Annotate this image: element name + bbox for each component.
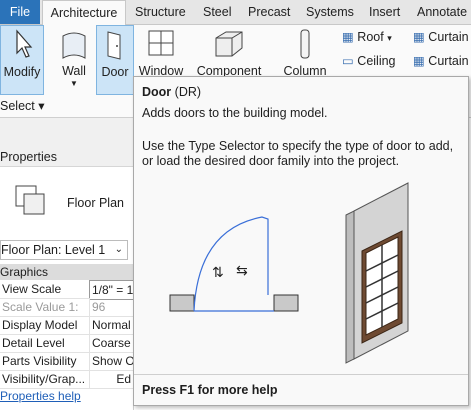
chevron-down-icon: ▾ [387,33,392,43]
chevron-down-icon: ▼ [70,79,78,88]
type-name: Floor Plan [67,196,124,210]
property-row: Scale Value 1: 96 [0,298,133,317]
properties-palette: Properties Floor Plan Floor Plan: Level … [0,148,137,410]
door-button[interactable]: Door [96,25,134,95]
modify-button[interactable]: Modify [0,25,44,95]
chevron-down-icon: ⌄ [114,244,123,255]
wall-icon [62,32,86,59]
wall-label: Wall [62,64,86,78]
ceiling-button[interactable]: ▭ Ceiling [342,53,396,68]
tab-insert[interactable]: Insert [369,0,400,24]
modify-label: Modify [3,65,41,79]
property-row[interactable]: Detail Level Coarse [0,334,133,353]
group-header-graphics[interactable]: Graphics [0,264,133,280]
curtain-grid-icon: ▦ [413,54,425,68]
curtain-icon: ▦ [413,30,425,44]
roof-button[interactable]: ▦ Roof ▾ [342,29,392,44]
window-icon [148,30,174,56]
cursor-arrow-icon [16,29,33,58]
tab-annotate[interactable]: Annotate [417,0,467,24]
instance-selector[interactable]: Floor Plan: Level 1 ⌄ [0,240,128,260]
tooltip-separator [134,374,468,375]
tooltip-footer: Press F1 for more help [142,383,278,397]
property-row[interactable]: Visibility/Grap... Ed [0,370,133,389]
properties-title: Properties [0,148,133,167]
column-icon [300,29,310,59]
property-row[interactable]: Parts Visibility Show Or [0,352,136,371]
ribbon-tab-bar: File Architecture Structure Steel Precas… [0,0,471,26]
select-dropdown[interactable]: Select ▾ [0,98,45,113]
roof-icon: ▦ [342,30,354,44]
door-3d-illustration [345,182,409,364]
curtain-system-button[interactable]: ▦ Curtain [413,29,469,44]
curtain-grid-button[interactable]: ▦ Curtain [413,53,469,68]
door-label: Door [101,65,129,79]
properties-help-link[interactable]: Properties help [0,389,81,403]
tooltip-title: Door (DR) [142,85,202,99]
ceiling-icon: ▭ [342,54,354,68]
tab-structure[interactable]: Structure [135,0,186,24]
svg-text:⇆: ⇆ [236,263,248,279]
tab-systems[interactable]: Systems [306,0,354,24]
door-tooltip: Door (DR) Adds doors to the building mod… [133,76,469,406]
tab-steel[interactable]: Steel [203,0,232,24]
property-row[interactable]: Display Model Normal [0,316,133,335]
tab-architecture[interactable]: Architecture [42,0,126,26]
tab-file[interactable]: File [0,0,40,24]
tooltip-description: Adds doors to the building model. [142,106,328,120]
floor-plan-icon [15,185,45,215]
svg-text:⇅: ⇅ [212,265,224,281]
property-row[interactable]: View Scale 1/8" = 1 [0,280,137,300]
chevron-down-icon: ▾ [38,99,45,113]
tab-precast[interactable]: Precast [248,0,290,24]
wall-button[interactable]: Wall ▼ [56,25,92,95]
door-plan-illustration: ⇅ ⇆ [169,216,299,312]
component-icon [215,31,243,57]
door-icon [107,31,121,60]
tooltip-body: Use the Type Selector to specify the typ… [142,139,454,168]
type-selector[interactable]: Floor Plan [0,168,133,232]
